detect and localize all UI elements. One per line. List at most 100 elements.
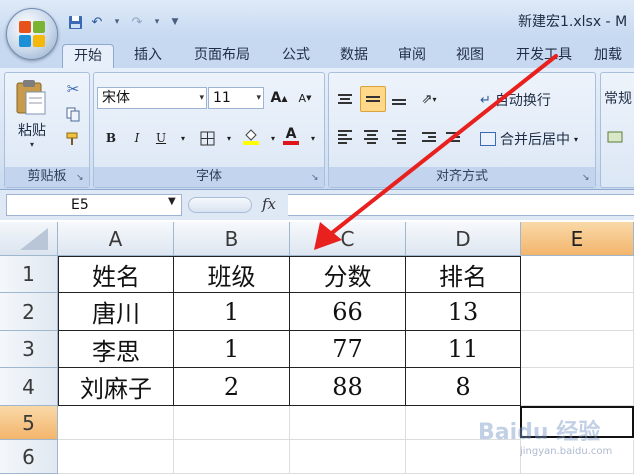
clipboard-launcher-icon[interactable]: ↘ [76,173,86,183]
grow-font-label: A [270,90,282,106]
currency-format-icon[interactable] [604,126,626,148]
cell-d2[interactable]: 13 [406,293,521,331]
row-header-5[interactable]: 5 [0,406,58,440]
cell-c4[interactable]: 88 [290,368,406,406]
cell-d3[interactable]: 11 [406,331,521,368]
copy-icon[interactable] [62,103,84,125]
format-painter-icon[interactable] [62,128,84,150]
row-header-3[interactable]: 3 [0,331,58,368]
fill-color-icon[interactable] [240,125,262,147]
cell-c3[interactable]: 77 [290,331,406,368]
paste-dropdown-icon[interactable]: ▾ [30,140,34,149]
cell-b1[interactable]: 班级 [174,256,290,293]
select-all-triangle-icon [20,228,48,250]
cell-b6[interactable] [174,440,290,474]
cell-e3[interactable] [521,331,634,368]
cell-e4[interactable] [521,368,634,406]
cell-b2[interactable]: 1 [174,293,290,331]
number-format-select[interactable]: 常规 [604,88,632,108]
cell-a2[interactable]: 唐川 [58,293,174,331]
cell-b5[interactable] [174,406,290,440]
font-color-dropdown-icon[interactable]: ▾ [302,127,324,149]
redo-icon[interactable]: ↷ [128,13,146,31]
merge-center-button[interactable]: 合并后居中 ▾ [480,129,578,149]
italic-button[interactable]: I [126,127,148,149]
undo-icon[interactable]: ↶ [88,13,106,31]
cell-c1[interactable]: 分数 [290,256,406,293]
paste-button[interactable]: 粘贴 ▾ [14,78,54,150]
font-launcher-icon[interactable]: ↘ [311,173,321,183]
cell-d1[interactable]: 排名 [406,256,521,293]
align-top-icon[interactable] [334,88,356,110]
name-box-dropdown-icon[interactable]: ▼ [168,196,176,207]
tab-developer[interactable]: 开发工具 [506,44,582,68]
save-icon[interactable] [66,13,84,31]
alignment-launcher-icon[interactable]: ↘ [582,173,592,183]
borders-icon[interactable] [196,127,218,149]
cell-b3[interactable]: 1 [174,331,290,368]
row-header-2[interactable]: 2 [0,293,58,331]
align-left-icon[interactable] [334,126,356,148]
borders-dropdown-icon[interactable]: ▾ [218,127,240,149]
column-header-c[interactable]: C [290,222,406,256]
row-header-4[interactable]: 4 [0,368,58,406]
font-color-button[interactable]: A [280,125,302,147]
wrap-text-icon: ↵ [480,92,491,108]
font-name-select[interactable]: 宋体 ▾ [97,87,207,109]
column-header-a[interactable]: A [58,222,174,256]
cell-c2[interactable]: 66 [290,293,406,331]
alignment-group-label: 对齐方式 [329,167,595,187]
tab-home[interactable]: 开始 [62,44,114,68]
increase-indent-icon[interactable] [442,126,464,148]
wrap-text-button[interactable]: ↵ 自动换行 [480,90,551,110]
merge-dropdown-icon[interactable]: ▾ [574,135,578,144]
cut-icon[interactable]: ✂ [62,78,84,100]
tab-addins[interactable]: 加载 [594,44,634,68]
tab-page-layout[interactable]: 页面布局 [184,44,260,68]
column-header-b[interactable]: B [174,222,290,256]
cell-a3[interactable]: 李思 [58,331,174,368]
align-right-icon[interactable] [388,126,410,148]
cell-d4[interactable]: 8 [406,368,521,406]
insert-function-icon[interactable]: fx [262,195,276,213]
bold-button[interactable]: B [100,127,122,149]
cell-e2[interactable] [521,293,634,331]
office-button[interactable] [6,8,58,60]
underline-button[interactable]: U [150,127,172,149]
quick-access-toolbar: ↶ ▾ ↷ ▾ ▼ [66,12,182,32]
font-name-value: 宋体 [102,90,130,106]
tab-formulas[interactable]: 公式 [272,44,320,68]
cell-a6[interactable] [58,440,174,474]
cell-a4[interactable]: 刘麻子 [58,368,174,406]
row-header-1[interactable]: 1 [0,256,58,293]
tab-insert[interactable]: 插入 [124,44,172,68]
cell-a1[interactable]: 姓名 [58,256,174,293]
tab-view[interactable]: 视图 [446,44,494,68]
decrease-indent-icon[interactable] [418,126,440,148]
underline-dropdown-icon[interactable]: ▾ [172,127,194,149]
font-size-select[interactable]: 11 ▾ [208,87,264,109]
formula-input[interactable] [288,194,634,216]
redo-dropdown-icon[interactable]: ▾ [150,17,164,27]
row-header-6[interactable]: 6 [0,440,58,474]
align-bottom-icon[interactable] [388,88,410,110]
orientation-icon[interactable]: ⇗ ▾ [418,88,440,110]
align-center-icon[interactable] [360,126,382,148]
column-header-d[interactable]: D [406,222,521,256]
chevron-down-icon: ▾ [199,93,204,103]
tab-review[interactable]: 审阅 [388,44,436,68]
grow-font-button[interactable]: A ▲ [268,87,290,109]
cell-a5[interactable] [58,406,174,440]
name-box[interactable]: E5 [6,194,182,216]
undo-dropdown-icon[interactable]: ▾ [110,17,124,27]
cell-c6[interactable] [290,440,406,474]
shrink-font-button[interactable]: A ▼ [294,87,316,109]
customize-qat-icon[interactable]: ▼ [168,17,182,27]
align-middle-icon[interactable] [360,86,386,112]
cell-e1[interactable] [521,256,634,293]
tab-data[interactable]: 数据 [330,44,378,68]
formula-bar-resize-handle[interactable] [188,197,252,213]
cell-b4[interactable]: 2 [174,368,290,406]
column-header-e[interactable]: E [521,222,634,256]
cell-c5[interactable] [290,406,406,440]
